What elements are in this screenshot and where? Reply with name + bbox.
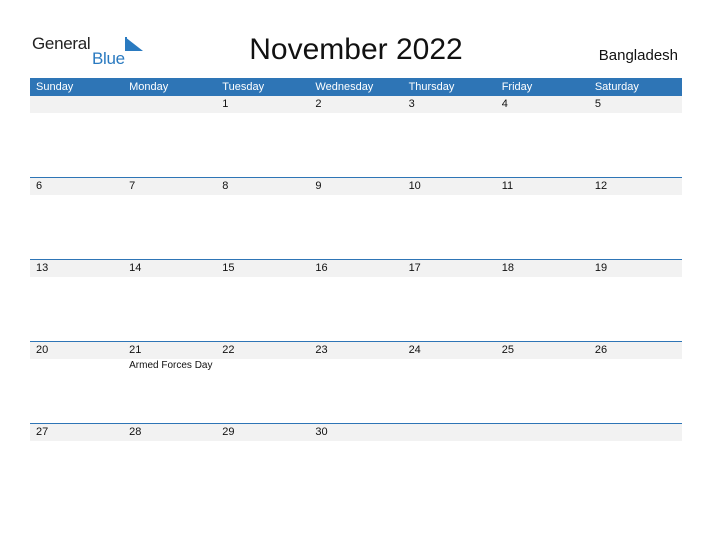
day-number: 15: [222, 262, 235, 274]
date-row: 20 21 Armed Forces Day 22 23 24 25 26: [30, 342, 682, 371]
country-label: Bangladesh: [598, 47, 678, 64]
day-cell: 14: [123, 260, 216, 277]
day-number: 10: [408, 180, 421, 192]
day-cell: 13: [30, 260, 123, 277]
day-cell: 19: [589, 260, 682, 277]
day-cell: [123, 96, 216, 113]
day-number: 14: [129, 262, 142, 274]
day-cell: [403, 424, 496, 441]
weekday-header: Sunday Monday Tuesday Wednesday Thursday…: [30, 78, 682, 96]
day-number: 30: [315, 426, 328, 438]
day-cell: 5: [589, 96, 682, 113]
day-cell: 2: [309, 96, 402, 113]
day-cell: [30, 96, 123, 113]
day-number: 4: [501, 98, 508, 110]
day-cell: 7: [123, 178, 216, 195]
day-number: 21: [129, 344, 142, 356]
weekday-thursday: Thursday: [408, 81, 455, 93]
day-number: 23: [315, 344, 328, 356]
weekday-saturday: Saturday: [594, 81, 639, 93]
day-number: 8: [222, 180, 229, 192]
day-cell: 4: [496, 96, 589, 113]
date-row: 13 14 15 16 17 18 19: [30, 260, 682, 277]
week-row: 20 21 Armed Forces Day 22 23 24 25 26: [30, 341, 682, 423]
day-number: 24: [408, 344, 421, 356]
day-cell: [496, 424, 589, 441]
day-cell: 12: [589, 178, 682, 195]
weekday-wednesday: Wednesday: [315, 81, 374, 93]
day-cell: 26: [589, 342, 682, 359]
day-cell: 3: [403, 96, 496, 113]
day-number: 5: [594, 98, 601, 110]
day-number: 20: [36, 344, 49, 356]
day-number: 26: [594, 344, 608, 356]
day-number: 3: [408, 98, 415, 110]
day-cell: 8: [216, 178, 309, 195]
weekday-friday: Friday: [501, 81, 533, 93]
date-row: 27 28 29 30: [30, 424, 682, 441]
day-cell: 11: [496, 178, 589, 195]
week-row: 6 7 8 9 10 11 12: [30, 177, 682, 259]
day-cell: 21 Armed Forces Day: [123, 342, 216, 371]
day-number: 2: [315, 98, 322, 110]
day-number: 9: [315, 180, 322, 192]
day-number: 25: [501, 344, 514, 356]
day-cell: 24: [403, 342, 496, 359]
day-number: 22: [222, 344, 235, 356]
day-cell: 30: [309, 424, 402, 441]
calendar-grid: Sunday Monday Tuesday Wednesday Thursday…: [30, 78, 682, 505]
day-cell: 23: [309, 342, 402, 359]
day-cell: 28: [123, 424, 216, 441]
weeks-container: 1 2 3 4 5 6 7 8 9 10 11 12 13 14 15 16 17 18 19 20 21 Armed F…: [30, 96, 682, 505]
weekday-sunday: Sunday: [36, 81, 74, 93]
day-cell: 1: [216, 96, 309, 113]
date-row: 1 2 3 4 5: [30, 96, 682, 113]
weekday-tuesday: Tuesday: [222, 81, 265, 93]
day-number: 7: [129, 180, 136, 192]
holiday-label: Armed Forces Day: [129, 360, 213, 371]
day-number: 18: [501, 262, 514, 274]
day-cell: 17: [403, 260, 496, 277]
day-cell: 9: [309, 178, 402, 195]
day-number: 19: [594, 262, 608, 274]
day-cell: 29: [216, 424, 309, 441]
day-number: 6: [36, 180, 43, 192]
day-number: 1: [222, 98, 229, 110]
day-number: 11: [501, 180, 514, 192]
day-cell: 27: [30, 424, 123, 441]
day-number: 28: [129, 426, 142, 438]
day-cell: 25: [496, 342, 589, 359]
day-cell: 18: [496, 260, 589, 277]
day-cell: 15: [216, 260, 309, 277]
week-row: 1 2 3 4 5: [30, 96, 682, 177]
week-row: 13 14 15 16 17 18 19: [30, 259, 682, 341]
week-row: 27 28 29 30: [30, 423, 682, 505]
day-cell: 6: [30, 178, 123, 195]
day-number: 12: [594, 180, 608, 192]
day-number: 16: [315, 262, 328, 274]
day-cell: 20: [30, 342, 123, 359]
day-number: 27: [36, 426, 49, 438]
day-cell: 22: [216, 342, 309, 359]
day-number: 13: [36, 262, 49, 274]
weekday-monday: Monday: [129, 81, 169, 93]
day-number: 29: [222, 426, 235, 438]
day-cell: 16: [309, 260, 402, 277]
day-number: 17: [408, 262, 421, 274]
day-cell: [589, 424, 682, 441]
date-row: 6 7 8 9 10 11 12: [30, 178, 682, 195]
day-cell: 10: [403, 178, 496, 195]
